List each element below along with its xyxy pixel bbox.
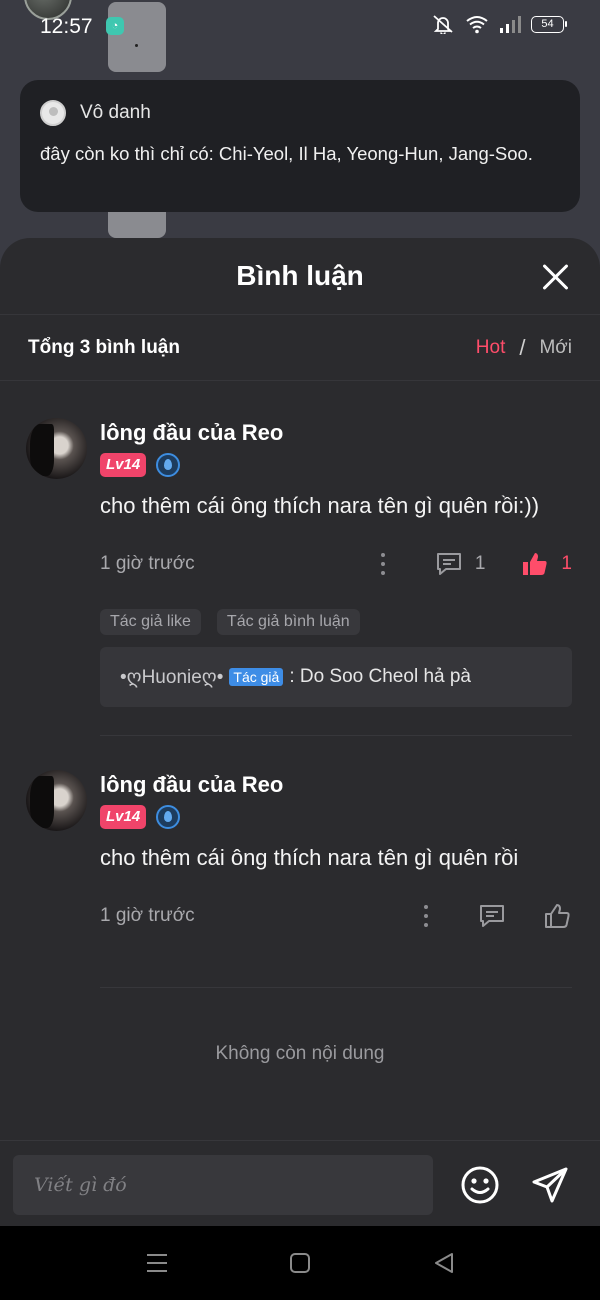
more-options-icon[interactable]	[414, 903, 438, 929]
reply-button[interactable]	[478, 903, 506, 929]
sort-separator: /	[519, 334, 526, 360]
comment-summary-row: Tổng 3 bình luận Hot / Mới	[0, 315, 600, 381]
reply-button[interactable]: 1	[435, 551, 486, 577]
comment-item: lông đầu của Reo Lv14 cho thêm cái ông t…	[0, 418, 600, 707]
bell-muted-icon	[433, 15, 453, 34]
signal-icon	[500, 16, 521, 33]
sheet-header: Bình luận	[0, 238, 600, 315]
sort-tabs: Hot / Mới	[476, 335, 572, 361]
home-icon[interactable]	[289, 1252, 311, 1279]
status-time: 12:57	[40, 15, 93, 38]
app-notification-icon: ◔	[106, 17, 124, 35]
sort-tab-new[interactable]: Mới	[539, 337, 572, 359]
comment-author[interactable]: lông đầu của Reo	[100, 770, 572, 800]
verified-badge-icon	[156, 805, 181, 829]
close-icon[interactable]	[540, 262, 570, 292]
reply-preview[interactable]: •ღHuonieღ• Tác giả : Do Soo Cheol hả pà	[100, 647, 572, 707]
like-count: 1	[561, 553, 572, 574]
sheet-title: Bình luận	[236, 260, 364, 291]
comment-text: cho thêm cái ông thích nara tên gì quên …	[100, 845, 519, 870]
author-badge: Tác giả	[229, 668, 284, 686]
like-button[interactable]	[544, 903, 572, 929]
wifi-icon	[466, 16, 488, 34]
reply-text: : Do Soo Cheol hả pà	[289, 666, 471, 687]
divider	[100, 735, 572, 736]
comment-icon	[480, 905, 504, 927]
status-icons: 54	[431, 14, 567, 34]
comment-text: cho thêm cái ông thích nara tên gì quên …	[100, 493, 540, 518]
author-liked-tag: Tác giả like	[100, 609, 201, 635]
battery-indicator: 54	[531, 15, 567, 33]
comment-input[interactable]	[13, 1155, 433, 1215]
emoji-icon[interactable]	[460, 1165, 500, 1210]
avatar[interactable]	[26, 770, 87, 831]
system-navigation-bar	[0, 1226, 600, 1300]
comment-time: 1 giờ trước	[100, 905, 195, 926]
level-badge: Lv14	[100, 805, 147, 829]
verified-badge-icon	[156, 453, 181, 477]
comment-item: lông đầu của Reo Lv14 cho thêm cái ông t…	[0, 770, 600, 931]
comment-time: 1 giờ trước	[100, 553, 195, 574]
comment-count: Tổng 3 bình luận	[28, 336, 180, 358]
thumbs-up-icon	[523, 553, 548, 575]
notification-avatar	[40, 100, 66, 126]
divider	[100, 987, 572, 988]
notification-sender: Vô danh	[80, 102, 151, 123]
back-icon[interactable]	[433, 1252, 455, 1279]
level-badge: Lv14	[100, 453, 147, 477]
sort-tab-hot[interactable]: Hot	[476, 337, 506, 359]
more-options-icon[interactable]	[371, 551, 395, 577]
notification-message: đây còn ko thì chỉ có: Chi-Yeol, Il Ha, …	[40, 143, 533, 164]
comments-sheet: Bình luận Tổng 3 bình luận Hot / Mới lôn…	[0, 238, 600, 1300]
end-of-list-text: Không còn nội dung	[215, 1043, 385, 1064]
recent-apps-icon[interactable]	[146, 1252, 168, 1279]
notification-card[interactable]: Vô danh đây còn ko thì chỉ có: Chi-Yeol,…	[20, 80, 580, 212]
like-button[interactable]: 1	[521, 551, 572, 577]
background-widget	[108, 2, 166, 72]
avatar[interactable]	[26, 418, 87, 479]
reply-user[interactable]: •ღHuonieღ•	[120, 666, 223, 689]
author-commented-tag: Tác giả bình luận	[216, 609, 360, 635]
comment-icon	[436, 553, 461, 575]
thumbs-up-icon	[545, 904, 570, 928]
reply-count: 1	[474, 553, 486, 574]
comment-composer	[0, 1140, 600, 1230]
send-icon[interactable]	[530, 1165, 570, 1210]
comment-author[interactable]: lông đầu của Reo	[100, 418, 572, 448]
